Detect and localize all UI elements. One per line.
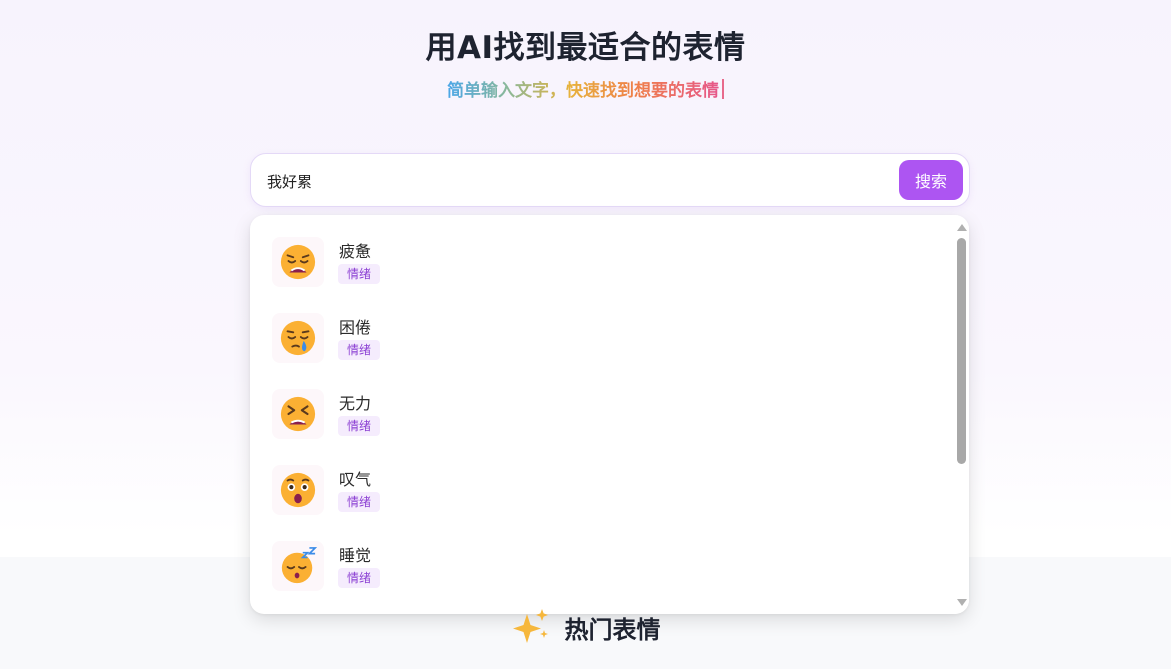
scroll-up-arrow-icon[interactable] <box>957 224 967 231</box>
result-tag: 情绪 <box>338 264 381 284</box>
tired-face-icon <box>272 237 324 287</box>
hot-section-title: 热门表情 <box>564 616 661 644</box>
typing-caret <box>722 79 724 99</box>
hot-section-heading: 热门表情 <box>0 608 1171 650</box>
search-results-dropdown: 疲惫 情绪 困倦 情绪 无力 情绪 叹气 情绪 睡觉 情绪 <box>250 215 969 614</box>
result-tag: 情绪 <box>338 340 381 360</box>
page-subtitle: 简单输入文字，快速找到想要的表情 <box>0 76 1171 101</box>
result-item[interactable]: 疲惫 情绪 <box>272 237 872 295</box>
result-tag: 情绪 <box>338 568 381 588</box>
page-title: 用AI找到最适合的表情 <box>425 30 746 66</box>
result-name: 叹气 <box>339 470 372 489</box>
tired-squint-face-icon <box>272 389 324 439</box>
dropdown-scrollbar[interactable] <box>954 215 969 614</box>
result-item[interactable]: 睡觉 情绪 <box>272 541 872 599</box>
result-item[interactable]: 叹气 情绪 <box>272 465 872 523</box>
scroll-thumb[interactable] <box>957 238 966 464</box>
result-item[interactable]: 困倦 情绪 <box>272 313 872 371</box>
result-name: 无力 <box>339 394 372 413</box>
search-button[interactable]: 搜索 <box>899 160 963 200</box>
result-name: 疲惫 <box>339 242 372 261</box>
search-bar: 搜索 <box>250 153 970 207</box>
astonished-face-icon <box>272 465 324 515</box>
scroll-down-arrow-icon[interactable] <box>957 599 967 606</box>
result-name: 睡觉 <box>339 546 372 565</box>
sparkles-icon <box>511 608 551 650</box>
sleepy-face-icon <box>272 313 324 363</box>
result-tag: 情绪 <box>338 416 381 436</box>
sleeping-face-icon <box>272 541 324 591</box>
result-tag: 情绪 <box>338 492 381 512</box>
search-input[interactable] <box>265 166 889 196</box>
result-item[interactable]: 无力 情绪 <box>272 389 872 447</box>
subtitle-text: 简单输入文字，快速找到想要的表情 <box>447 81 719 101</box>
result-name: 困倦 <box>339 318 372 337</box>
